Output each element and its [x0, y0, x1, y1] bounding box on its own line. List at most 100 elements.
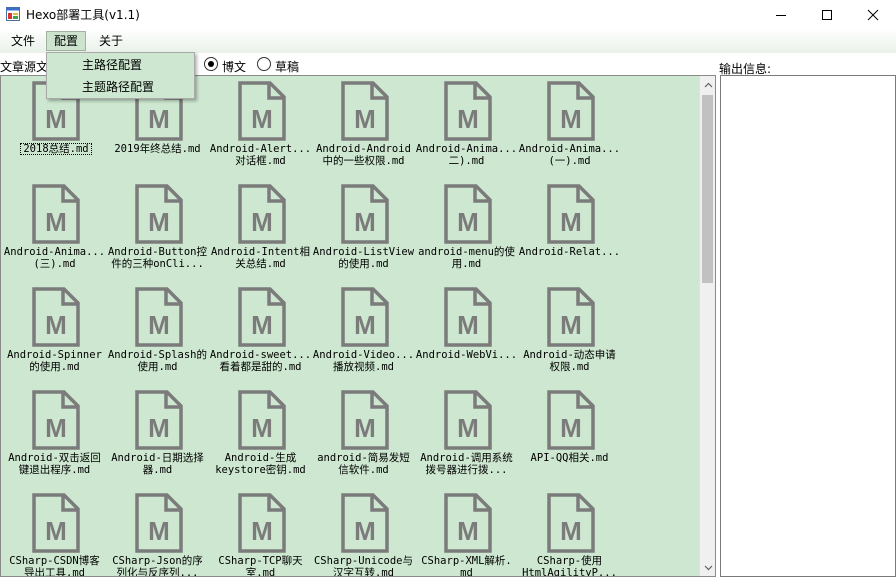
file-icon-letter: M [148, 207, 170, 237]
file-item[interactable]: M CSharp-Json的序 列化与反序列... [106, 488, 209, 576]
file-item[interactable]: Mandroid-简易发短 信软件.md [312, 385, 415, 488]
radio-draft-label[interactable]: 草稿 [275, 58, 299, 75]
minimize-button[interactable] [758, 0, 804, 29]
markdown-file-icon: M [135, 287, 183, 347]
file-name: Android-日期选择 器.md [111, 452, 204, 476]
markdown-file-icon: M [32, 287, 80, 347]
file-icon-letter: M [560, 516, 582, 546]
file-name: Android-双击返回 键退出程序.md [8, 452, 101, 476]
file-name: Android-Android 中的一些权限.md [316, 143, 411, 167]
file-icon-letter: M [45, 516, 67, 546]
file-item[interactable]: M Android-双击返回 键退出程序.md [3, 385, 106, 488]
file-icon-letter: M [251, 516, 273, 546]
file-name: Android-Spinner 的使用.md [7, 349, 102, 373]
file-icon-letter: M [560, 310, 582, 340]
file-item[interactable]: M Android-生成 keystore密钥.md [209, 385, 312, 488]
file-item[interactable]: M Android-Anima... (一).md [518, 76, 621, 179]
scroll-up-button[interactable] [700, 76, 715, 93]
menu-config[interactable]: 配置 [46, 31, 87, 51]
app-icon [6, 7, 20, 21]
file-item[interactable]: M API-QQ相关.md [518, 385, 621, 488]
file-icon-letter: M [354, 413, 376, 443]
vertical-scrollbar[interactable] [699, 76, 715, 576]
file-name: Android-动态申请 权限.md [523, 349, 616, 373]
markdown-file-icon: M [547, 390, 595, 450]
close-icon [867, 9, 879, 20]
file-item[interactable]: M Android-Spinner 的使用.md [3, 282, 106, 385]
title-bar: Hexo部署工具(v1.1) [0, 0, 896, 29]
file-item[interactable]: M Android-Anima... (三).md [3, 179, 106, 282]
file-item[interactable]: M Android-Alert... 对话框.md [209, 76, 312, 179]
markdown-file-icon: M [341, 493, 389, 553]
file-list-panel[interactable]: M 2018总结.md M 2019年终总结.md M Android-Alert... … [0, 75, 716, 577]
file-icon-letter: M [457, 516, 479, 546]
file-item[interactable]: M Android-Splash的 使用.md [106, 282, 209, 385]
file-item[interactable]: M CSharp-XML解析. md [415, 488, 518, 576]
file-name: Android-Button控 件的三种onCli... [107, 246, 207, 270]
menu-main-path-config[interactable]: 主路径配置 [47, 54, 194, 76]
scroll-down-button[interactable] [700, 559, 715, 576]
file-icon-letter: M [251, 207, 273, 237]
window-title: Hexo部署工具(v1.1) [26, 8, 140, 22]
markdown-file-icon: M [547, 287, 595, 347]
file-icon-letter: M [354, 104, 376, 134]
file-icon-letter: M [148, 104, 170, 134]
file-item[interactable]: M Android-Intent相 关总结.md [209, 179, 312, 282]
file-icon-letter: M [354, 207, 376, 237]
file-name: Android-WebVi... [415, 349, 518, 361]
file-icon-letter: M [560, 104, 582, 134]
radio-draft[interactable] [257, 57, 271, 71]
file-item[interactable]: M Android-调用系统 拨号器进行拨... [415, 385, 518, 488]
file-item[interactable]: M Android-Video... 播放视频.md [312, 282, 415, 385]
file-icon-letter: M [354, 310, 376, 340]
radio-post-label[interactable]: 博文 [222, 58, 246, 75]
file-item[interactable]: M Android-WebVi... [415, 282, 518, 385]
file-icon-letter: M [560, 207, 582, 237]
maximize-button[interactable] [804, 0, 850, 29]
file-item[interactable]: M Android-Relat... [518, 179, 621, 282]
markdown-file-icon: M [444, 184, 492, 244]
menu-file[interactable]: 文件 [4, 31, 42, 51]
file-icon-letter: M [457, 413, 479, 443]
close-button[interactable] [850, 0, 896, 29]
file-item[interactable]: M Android-日期选择 器.md [106, 385, 209, 488]
file-item[interactable]: M Android-ListView 的使用.md [312, 179, 415, 282]
file-item[interactable]: M Android-Anima... 二).md [415, 76, 518, 179]
chevron-down-icon [704, 565, 712, 570]
file-name: Android-Alert... 对话框.md [209, 143, 312, 167]
file-name: Android-Relat... [518, 246, 621, 258]
markdown-file-icon: M [444, 287, 492, 347]
file-icon-letter: M [354, 516, 376, 546]
file-item[interactable]: M CSharp-Unicode与 汉字互转.md [312, 488, 415, 576]
file-item[interactable]: M Android-Button控 件的三种onCli... [106, 179, 209, 282]
file-name: Android-Anima... 二).md [415, 143, 518, 167]
markdown-file-icon: M [238, 81, 286, 141]
file-item[interactable]: M CSharp-CSDN博客 导出工具.md [3, 488, 106, 576]
output-textbox[interactable] [720, 75, 896, 577]
source-label: 文章源文 [0, 60, 49, 74]
menu-about[interactable]: 关于 [92, 31, 130, 51]
file-name: android-简易发短 信软件.md [317, 452, 410, 476]
file-icon-letter: M [457, 104, 479, 134]
file-name: Android-Splash的 使用.md [107, 349, 207, 373]
file-name: Android-Anima... (一).md [518, 143, 621, 167]
scroll-thumb[interactable] [702, 95, 713, 283]
markdown-file-icon: M [238, 184, 286, 244]
markdown-file-icon: M [238, 493, 286, 553]
markdown-file-icon: M [444, 81, 492, 141]
file-item[interactable]: M CSharp-TCP聊天 室.md [209, 488, 312, 576]
file-name: CSharp-Json的序 列化与反序列... [112, 555, 203, 576]
file-name: CSharp-XML解析. md [421, 555, 512, 576]
file-item[interactable]: Mandroid-menu的使 用.md [415, 179, 518, 282]
menu-theme-path-config[interactable]: 主题路径配置 [47, 76, 194, 98]
radio-post[interactable] [204, 57, 218, 71]
file-name: Android-sweet... 看着都是甜的.md [209, 349, 312, 373]
file-item[interactable]: M CSharp-使用 HtmlAgilityP... [518, 488, 621, 576]
file-item[interactable]: M Android-sweet... 看着都是甜的.md [209, 282, 312, 385]
file-item[interactable]: M Android-Android 中的一些权限.md [312, 76, 415, 179]
file-icon-letter: M [251, 413, 273, 443]
file-icon-letter: M [45, 104, 67, 134]
chevron-up-icon [704, 82, 712, 87]
file-icon-letter: M [148, 516, 170, 546]
file-item[interactable]: M Android-动态申请 权限.md [518, 282, 621, 385]
